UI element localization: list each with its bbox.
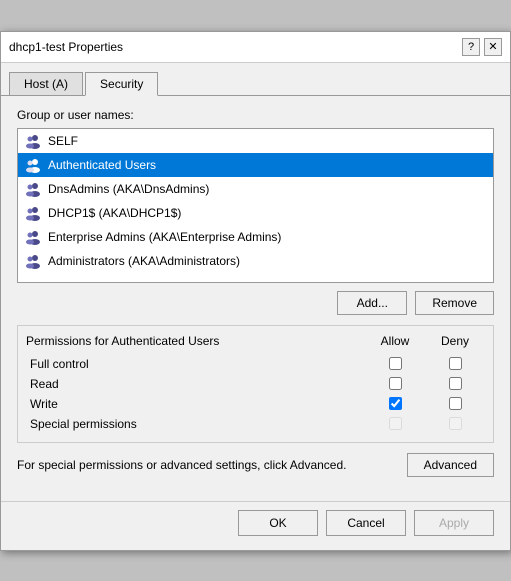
allow-special-checkbox bbox=[389, 417, 402, 430]
deny-write[interactable] bbox=[425, 397, 485, 410]
user-item-administrators[interactable]: Administrators (AKA\Administrators) bbox=[18, 249, 493, 273]
user-group-icon bbox=[24, 180, 42, 198]
permission-row-fullcontrol: Full control bbox=[26, 354, 485, 374]
user-name: DHCP1$ (AKA\DHCP1$) bbox=[48, 206, 181, 220]
close-button[interactable]: ✕ bbox=[484, 38, 502, 56]
deny-read-checkbox[interactable] bbox=[449, 377, 462, 390]
perm-name-special: Special permissions bbox=[26, 417, 365, 431]
dialog-window: dhcp1-test Properties ? ✕ Host (A) Secur… bbox=[0, 31, 511, 551]
perm-name-read: Read bbox=[26, 377, 365, 391]
user-list[interactable]: SELF Authenticated Users bbox=[17, 128, 494, 283]
advanced-button[interactable]: Advanced bbox=[407, 453, 494, 477]
user-name: Authenticated Users bbox=[48, 158, 156, 172]
perm-checks-special bbox=[365, 417, 485, 430]
deny-fullcontrol[interactable] bbox=[425, 357, 485, 370]
title-bar: dhcp1-test Properties ? ✕ bbox=[1, 32, 510, 63]
perm-checks-fullcontrol bbox=[365, 357, 485, 370]
permission-row-special: Special permissions bbox=[26, 414, 485, 434]
user-buttons-row: Add... Remove bbox=[17, 291, 494, 315]
apply-button[interactable]: Apply bbox=[414, 510, 494, 536]
tabs-container: Host (A) Security bbox=[1, 63, 510, 96]
cancel-button[interactable]: Cancel bbox=[326, 510, 406, 536]
help-button[interactable]: ? bbox=[462, 38, 480, 56]
tab-content-security: Group or user names: SELF bbox=[1, 96, 510, 501]
tab-security[interactable]: Security bbox=[85, 72, 158, 96]
deny-special-checkbox bbox=[449, 417, 462, 430]
deny-write-checkbox[interactable] bbox=[449, 397, 462, 410]
allow-read[interactable] bbox=[365, 377, 425, 390]
perm-name-fullcontrol: Full control bbox=[26, 357, 365, 371]
add-button[interactable]: Add... bbox=[337, 291, 407, 315]
allow-read-checkbox[interactable] bbox=[389, 377, 402, 390]
allow-fullcontrol[interactable] bbox=[365, 357, 425, 370]
allow-write[interactable] bbox=[365, 397, 425, 410]
deny-special bbox=[425, 417, 485, 430]
ok-button[interactable]: OK bbox=[238, 510, 318, 536]
deny-column-header: Deny bbox=[425, 334, 485, 348]
user-name: Enterprise Admins (AKA\Enterprise Admins… bbox=[48, 230, 281, 244]
user-group-icon bbox=[24, 228, 42, 246]
user-item-authenticated[interactable]: Authenticated Users bbox=[18, 153, 493, 177]
remove-button[interactable]: Remove bbox=[415, 291, 494, 315]
permissions-title: Permissions for Authenticated Users bbox=[26, 334, 365, 348]
user-group-icon bbox=[24, 156, 42, 174]
allow-write-checkbox[interactable] bbox=[389, 397, 402, 410]
advanced-description: For special permissions or advanced sett… bbox=[17, 458, 407, 472]
permission-row-write: Write bbox=[26, 394, 485, 414]
permissions-section: Permissions for Authenticated Users Allo… bbox=[17, 325, 494, 443]
allow-column-header: Allow bbox=[365, 334, 425, 348]
user-name: DnsAdmins (AKA\DnsAdmins) bbox=[48, 182, 209, 196]
dialog-title: dhcp1-test Properties bbox=[9, 40, 123, 54]
deny-read[interactable] bbox=[425, 377, 485, 390]
user-item-dhcp1[interactable]: DHCP1$ (AKA\DHCP1$) bbox=[18, 201, 493, 225]
user-item-self[interactable]: SELF bbox=[18, 129, 493, 153]
dialog-footer: OK Cancel Apply bbox=[1, 501, 510, 550]
user-name: SELF bbox=[48, 134, 78, 148]
user-group-icon bbox=[24, 132, 42, 150]
advanced-row: For special permissions or advanced sett… bbox=[17, 453, 494, 477]
permission-row-read: Read bbox=[26, 374, 485, 394]
perm-checks-read bbox=[365, 377, 485, 390]
user-item-dnsadmins[interactable]: DnsAdmins (AKA\DnsAdmins) bbox=[18, 177, 493, 201]
title-controls: ? ✕ bbox=[462, 38, 502, 56]
group-user-label: Group or user names: bbox=[17, 108, 494, 122]
user-name: Administrators (AKA\Administrators) bbox=[48, 254, 240, 268]
allow-special bbox=[365, 417, 425, 430]
user-group-icon bbox=[24, 204, 42, 222]
user-item-enterprise[interactable]: Enterprise Admins (AKA\Enterprise Admins… bbox=[18, 225, 493, 249]
permissions-column-headers: Allow Deny bbox=[365, 334, 485, 348]
perm-checks-write bbox=[365, 397, 485, 410]
allow-fullcontrol-checkbox[interactable] bbox=[389, 357, 402, 370]
perm-name-write: Write bbox=[26, 397, 365, 411]
deny-fullcontrol-checkbox[interactable] bbox=[449, 357, 462, 370]
tab-host-a[interactable]: Host (A) bbox=[9, 72, 83, 96]
permissions-header: Permissions for Authenticated Users Allo… bbox=[26, 334, 485, 348]
user-group-icon bbox=[24, 252, 42, 270]
